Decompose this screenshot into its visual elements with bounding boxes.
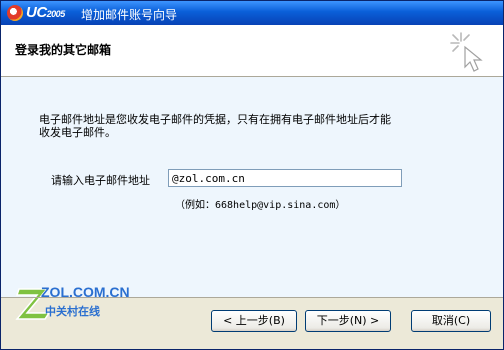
zol-logo-subtext: 中关村在线 (45, 305, 100, 318)
hint-example: 668help@vip.sina.com (215, 200, 336, 211)
cancel-button[interactable]: 取消(C) (411, 310, 491, 332)
footer-divider (1, 297, 503, 298)
title-bar[interactable]: UC2005 增加邮件账号向导 (1, 1, 503, 25)
hint-prefix: （例如： (175, 200, 215, 211)
cursor-sparkle-icon (450, 32, 483, 72)
next-button[interactable]: 下一步(N) > (305, 310, 391, 332)
zol-watermark: ZOL.COM.CN 中关村在线 (15, 277, 145, 321)
hint-suffix: ） (335, 200, 346, 211)
email-input[interactable] (168, 169, 402, 187)
app-name: UC2005 (26, 4, 65, 21)
app-name-text: UC (26, 4, 47, 21)
page-title: 登录我的其它邮箱 (15, 43, 112, 57)
email-example-hint: （例如：668help@vip.sina.com） (175, 196, 345, 211)
email-label: 请输入电子邮件地址 (51, 174, 150, 187)
back-button[interactable]: < 上一步(B) (211, 310, 297, 332)
wizard-content: 电子邮件地址是您收发电子邮件的凭据，只有在拥有电子邮件地址后才能收发电子邮件。 … (1, 77, 503, 297)
description-text: 电子邮件地址是您收发电子邮件的凭据，只有在拥有电子邮件地址后才能收发电子邮件。 (39, 113, 391, 139)
window-title: 增加邮件账号向导 (81, 8, 178, 22)
wizard-header: 登录我的其它邮箱 (1, 25, 503, 77)
wizard-window: UC2005 增加邮件账号向导 登录我的其它邮箱 电子邮件地址是您收发电子邮件的… (0, 0, 504, 350)
app-version: 2005 (46, 9, 66, 19)
uc-app-icon (7, 5, 23, 21)
